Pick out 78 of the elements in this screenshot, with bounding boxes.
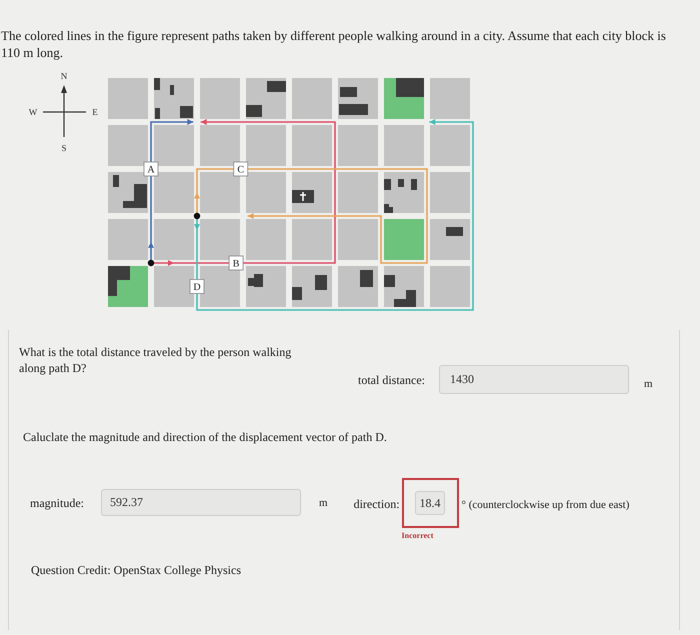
compass-label: N [60, 71, 68, 81]
city-block [200, 219, 240, 260]
city-block [200, 125, 240, 166]
building [394, 290, 416, 307]
answer-field[interactable]: 1430 [438, 365, 629, 394]
question-text: What is the total distance traveled by the person walking along path D? [19, 344, 292, 376]
city-block [154, 125, 194, 166]
unit-label: ° (counterclockwise up from due east) [462, 498, 630, 512]
building [384, 204, 393, 213]
compass-drawing [43, 85, 86, 137]
building [155, 108, 160, 119]
answer-field[interactable]: 18.4 [415, 491, 446, 515]
building [339, 104, 368, 115]
city-block [338, 125, 378, 166]
answer-field[interactable]: 592.37 [101, 489, 301, 516]
intro-text: The colored lines in the figure represent paths taken by different people walking around in a city. Assume that each city block is 110 m long. [0, 27, 667, 61]
unit-label: m [644, 377, 653, 391]
city-block [154, 219, 194, 260]
city-block [292, 78, 332, 119]
city-block [154, 172, 194, 213]
building [411, 179, 417, 190]
path-label: B [228, 256, 244, 270]
compass-label: E [92, 107, 98, 117]
unit-label: m [319, 496, 328, 510]
city-block [200, 266, 240, 307]
city-block [108, 78, 148, 119]
city-block [200, 172, 240, 213]
building [340, 87, 357, 97]
city-block [246, 266, 286, 307]
city-block [430, 78, 470, 119]
building [180, 106, 193, 118]
building [384, 179, 391, 190]
city-block [154, 266, 194, 307]
city-block [384, 125, 424, 166]
city-block [338, 219, 378, 260]
building [267, 81, 286, 92]
building [398, 179, 404, 187]
start-dot [194, 212, 200, 220]
credit-text: Question Credit: OpenStax College Physics [30, 562, 242, 578]
compass-label: W [28, 107, 38, 117]
building [292, 287, 302, 300]
city-block [430, 172, 470, 213]
path-label: D [190, 279, 204, 294]
question-text: Caluclate the magnitude and direction of the displacement vector of path D. [22, 429, 388, 445]
church-building [292, 190, 314, 203]
building [446, 227, 463, 236]
field-label: total distance: [358, 373, 425, 387]
city-block [246, 219, 286, 260]
building [123, 184, 147, 208]
city-block [430, 219, 470, 260]
feedback-text: Incorrect [402, 531, 434, 541]
city-block [246, 172, 286, 213]
city-block [430, 125, 470, 166]
building [108, 266, 130, 296]
building [360, 270, 373, 287]
building [113, 175, 119, 187]
city-block [108, 125, 148, 166]
city-block [246, 125, 286, 166]
building [248, 274, 263, 287]
building [396, 78, 424, 97]
start-dot [148, 260, 154, 266]
city-block [338, 172, 378, 213]
field-label: magnitude: [30, 496, 85, 510]
building [170, 85, 174, 95]
building [315, 275, 327, 290]
building [384, 275, 395, 287]
field-label: direction: [354, 497, 400, 511]
building [246, 105, 262, 117]
city-block [430, 266, 470, 307]
city-block [292, 219, 332, 260]
park [384, 219, 424, 260]
city-block [200, 78, 240, 119]
building [154, 78, 160, 90]
city-block [292, 125, 332, 166]
city-block [108, 219, 148, 260]
path-label: C [233, 162, 248, 176]
path-label: A [144, 162, 158, 176]
compass-label: S [62, 143, 66, 153]
